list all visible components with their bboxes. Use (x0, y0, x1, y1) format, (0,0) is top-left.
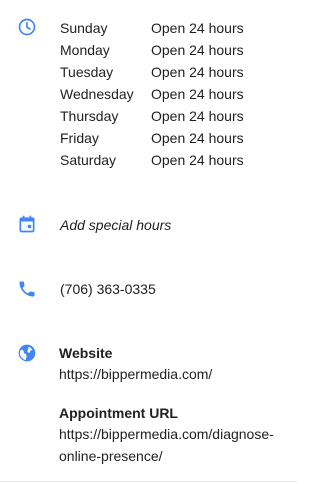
day-label: Wednesday (60, 86, 134, 102)
hours-value: Open 24 hours (151, 108, 244, 124)
hours-value: Open 24 hours (151, 20, 244, 36)
appointment-url-line: https://bippermedia.com/diagnose- (59, 426, 274, 442)
add-special-hours-link[interactable]: Add special hours (60, 215, 171, 235)
hours-row-wednesday: Wednesday Open 24 hours (60, 84, 290, 106)
hours-row-sunday: Sunday Open 24 hours (60, 18, 290, 40)
appointment-url-link[interactable]: https://bippermedia.com/diagnose- online… (59, 423, 289, 467)
hours-value: Open 24 hours (151, 152, 244, 168)
opening-hours-list[interactable]: Sunday Open 24 hours Monday Open 24 hour… (60, 18, 290, 172)
day-label: Friday (60, 130, 99, 146)
website-link[interactable]: https://bippermedia.com/ (59, 363, 289, 385)
phone-icon (17, 279, 37, 299)
bottom-divider (0, 481, 297, 482)
hours-row-monday: Monday Open 24 hours (60, 40, 290, 62)
phone-number[interactable]: (706) 363-0335 (60, 279, 156, 299)
day-label: Sunday (60, 20, 108, 36)
hours-row-friday: Friday Open 24 hours (60, 128, 290, 150)
globe-icon (17, 343, 37, 363)
day-label: Saturday (60, 152, 117, 168)
day-label: Monday (60, 42, 110, 58)
appointment-section: Appointment URL https://bippermedia.com/… (59, 403, 289, 467)
hours-row-thursday: Thursday Open 24 hours (60, 106, 290, 128)
calendar-icon (17, 214, 37, 234)
appointment-url-line: online-presence/ (59, 448, 163, 464)
day-label: Tuesday (60, 64, 114, 80)
hours-value: Open 24 hours (151, 130, 244, 146)
clock-icon (17, 17, 37, 37)
website-section: Website https://bippermedia.com/ (59, 343, 289, 385)
hours-value: Open 24 hours (151, 42, 244, 58)
hours-value: Open 24 hours (151, 86, 244, 102)
day-label: Thursday (60, 108, 119, 124)
hours-row-tuesday: Tuesday Open 24 hours (60, 62, 290, 84)
hours-value: Open 24 hours (151, 64, 244, 80)
hours-row-saturday: Saturday Open 24 hours (60, 150, 290, 172)
appointment-url-label: Appointment URL (59, 405, 178, 421)
website-label: Website (59, 345, 113, 361)
